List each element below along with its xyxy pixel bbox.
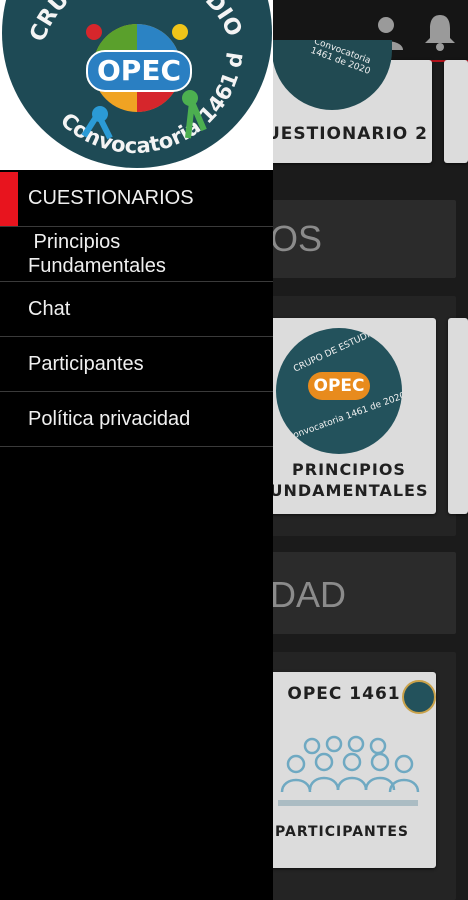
- navigation-drawer: CRUPO DE ESTUDIO Convocatoria 1461 de 20…: [0, 0, 273, 900]
- menu-item-label-line1: Principios: [28, 231, 121, 253]
- section-title: DAD: [270, 574, 347, 615]
- logo-center-text: OPEC: [86, 50, 192, 92]
- small-logo-icon: [402, 680, 436, 714]
- menu-item-principios-fundamentales[interactable]: Principios Fundamentales: [0, 227, 273, 282]
- card-title-line2: UNDAMENTALES: [269, 481, 429, 500]
- menu-item-politica-privacidad[interactable]: Política privacidad: [0, 392, 273, 447]
- participantes-card[interactable]: OPEC 1461 PARTICIPANTES: [262, 672, 436, 868]
- menu-item-label: Chat: [28, 298, 71, 320]
- drawer-header: CRUPO DE ESTUDIO Convocatoria 1461 de 20…: [0, 0, 273, 170]
- group-people-icon: [280, 735, 420, 793]
- next-card-edge[interactable]: [448, 318, 468, 514]
- logo-ring-text: Convocatoria 1461 de 2020: [309, 40, 372, 77]
- card-logo: CRUPO DE ESTUDIO OPEC Convocatoria 1461 …: [276, 328, 402, 454]
- active-indicator: [0, 172, 18, 226]
- principios-card[interactable]: CRUPO DE ESTUDIO OPEC Convocatoria 1461 …: [262, 318, 436, 514]
- card-title: UESTIONARIO 2: [265, 124, 429, 144]
- next-card-edge[interactable]: [444, 60, 468, 163]
- card-logo: Convocatoria 1461 de 2020: [272, 40, 392, 110]
- menu-item-label: Participantes: [28, 353, 144, 375]
- menu-item-participantes[interactable]: Participantes: [0, 337, 273, 392]
- menu-item-chat[interactable]: Chat: [0, 282, 273, 337]
- logo-ring-text: CRUPO DE ESTUDIO: [292, 328, 379, 375]
- menu-item-label: Política privacidad: [28, 408, 191, 430]
- menu-item-cuestionarios[interactable]: CUESTIONARIOS: [0, 172, 273, 227]
- menu-item-label: CUESTIONARIOS: [28, 187, 194, 209]
- menu-item-label-line2: Fundamentales: [28, 255, 166, 277]
- bell-icon[interactable]: [422, 12, 458, 52]
- section-title: OS: [270, 218, 323, 259]
- card-subtitle: PARTICIPANTES: [275, 824, 409, 840]
- logo-center-text: OPEC: [308, 372, 370, 400]
- logo-caption-strip: [278, 800, 418, 806]
- cuestionario-2-card[interactable]: Convocatoria 1461 de 2020 UESTIONARIO 2: [262, 40, 432, 163]
- opec-logo: CRUPO DE ESTUDIO Convocatoria 1461 de 20…: [2, 0, 272, 168]
- card-title-line1: PRINCIPIOS: [292, 460, 406, 479]
